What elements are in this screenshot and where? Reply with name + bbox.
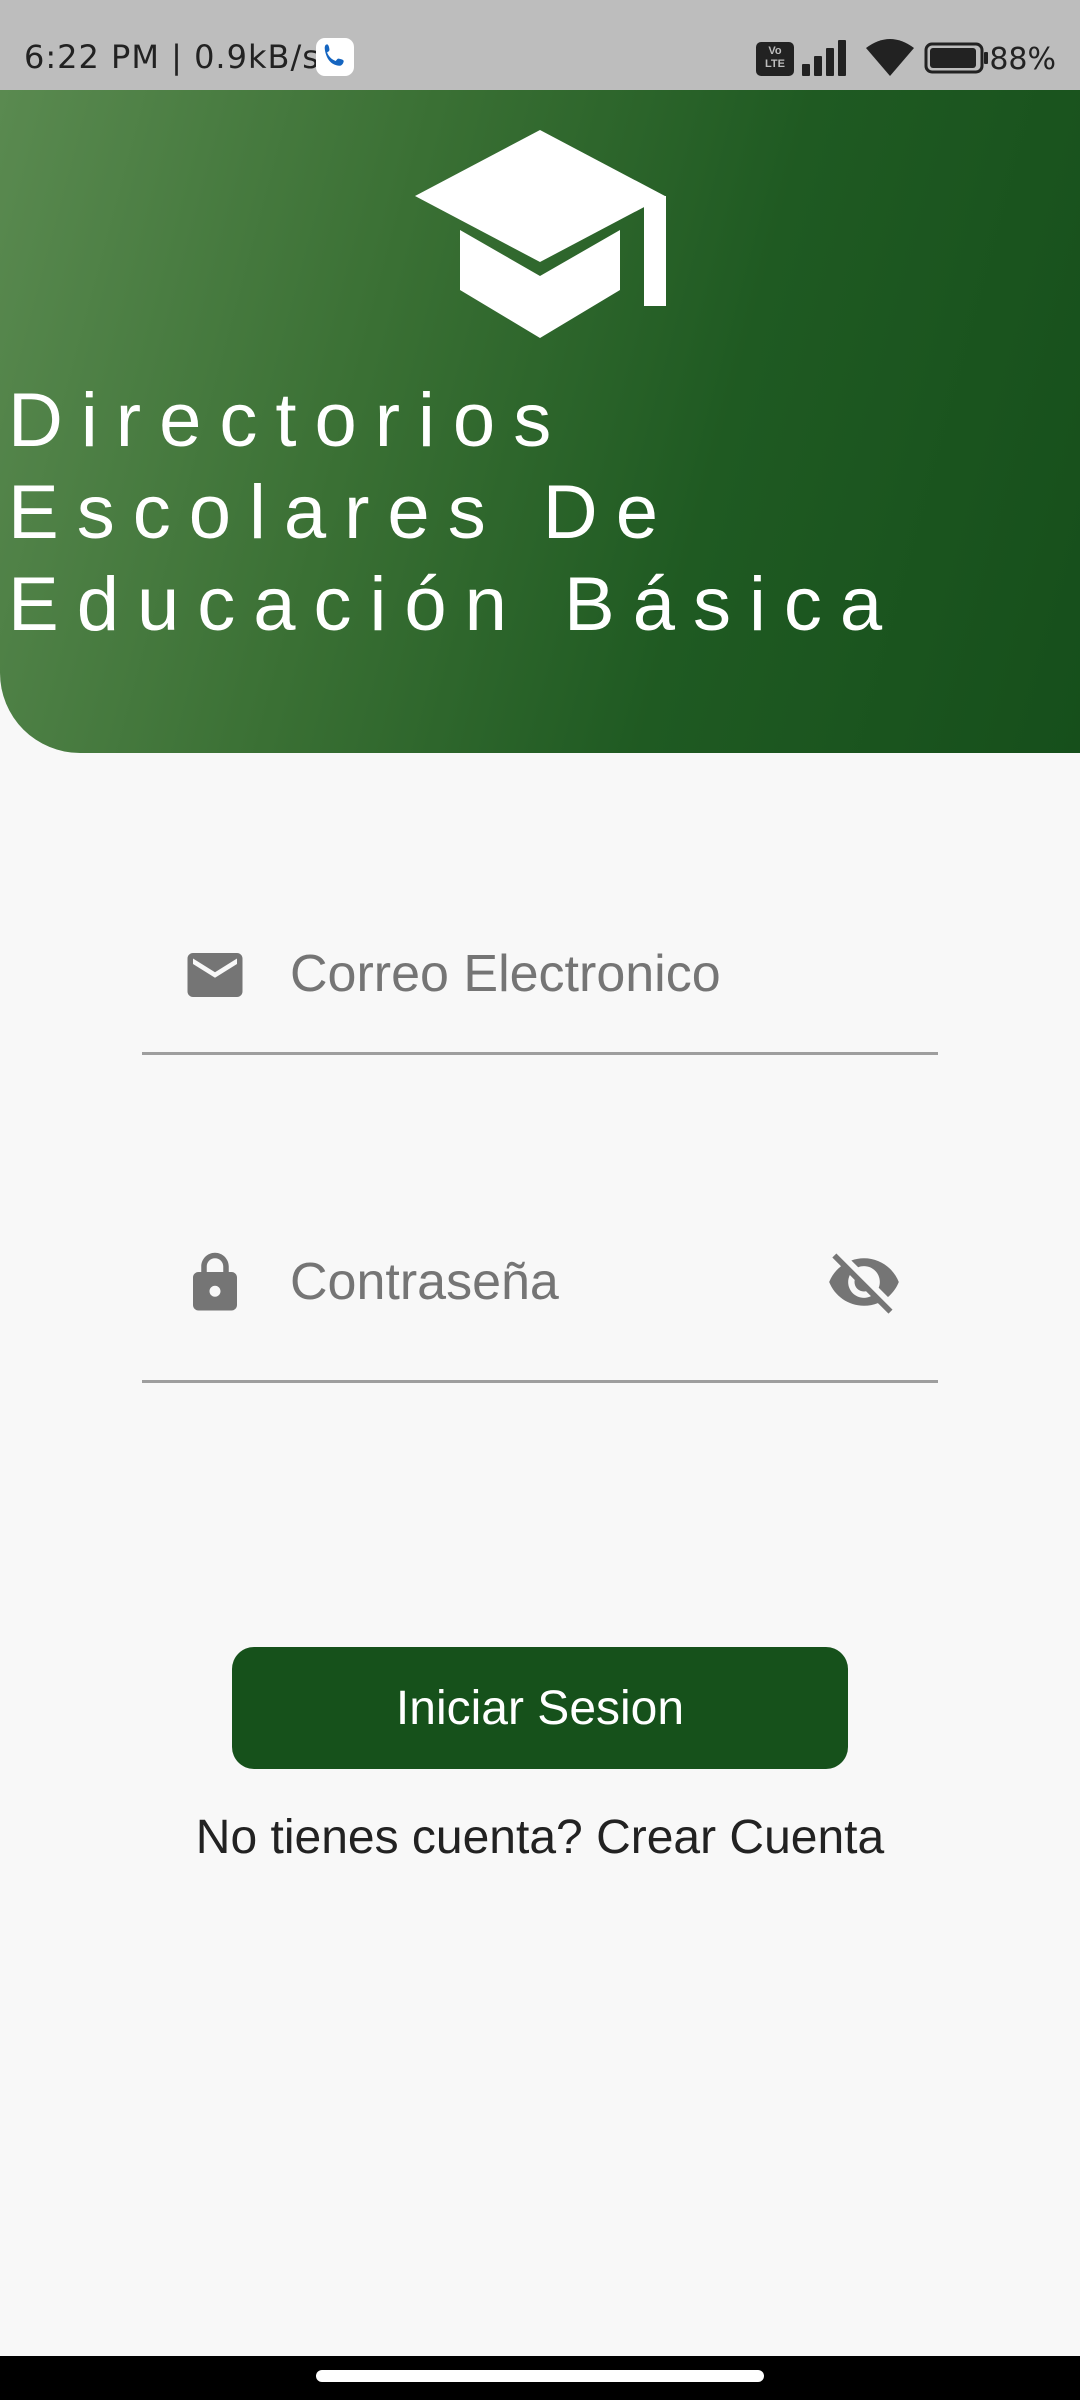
- navigation-bar: [0, 2356, 1080, 2400]
- lock-icon: [193, 1252, 237, 1311]
- signup-prompt: No tienes cuenta?: [195, 1811, 597, 1864]
- wifi-icon: [866, 39, 914, 76]
- battery-icon: [924, 42, 988, 74]
- password-input[interactable]: [290, 1242, 850, 1322]
- home-indicator[interactable]: [316, 2370, 764, 2382]
- battery-percent: 88%: [989, 42, 1056, 77]
- signup-row: No tienes cuenta? Crear Cuenta: [0, 1810, 1080, 1865]
- email-field: [142, 902, 938, 1055]
- graduation-cap-icon: [415, 130, 666, 338]
- password-visibility-toggle[interactable]: [826, 1244, 902, 1320]
- password-field: [142, 1230, 938, 1383]
- volte-icon: Vo LTE: [756, 42, 794, 76]
- app-title: Directorios Escolares De Educación Básic…: [8, 378, 901, 647]
- email-icon: [187, 953, 243, 997]
- eye-off-icon: [829, 1253, 899, 1314]
- signal-icon: [802, 40, 846, 76]
- email-input[interactable]: [290, 934, 850, 1014]
- status-bar: 6:22 PM | 0.9kB/s Vo LTE 88%: [0, 0, 1080, 90]
- status-time-and-speed: 6:22 PM | 0.9kB/s: [24, 38, 320, 76]
- header-banner: Directorios Escolares De Educación Básic…: [0, 90, 1080, 753]
- create-account-link[interactable]: Crear Cuenta: [596, 1811, 884, 1864]
- call-icon: [316, 38, 354, 76]
- login-button[interactable]: Iniciar Sesion: [232, 1647, 848, 1769]
